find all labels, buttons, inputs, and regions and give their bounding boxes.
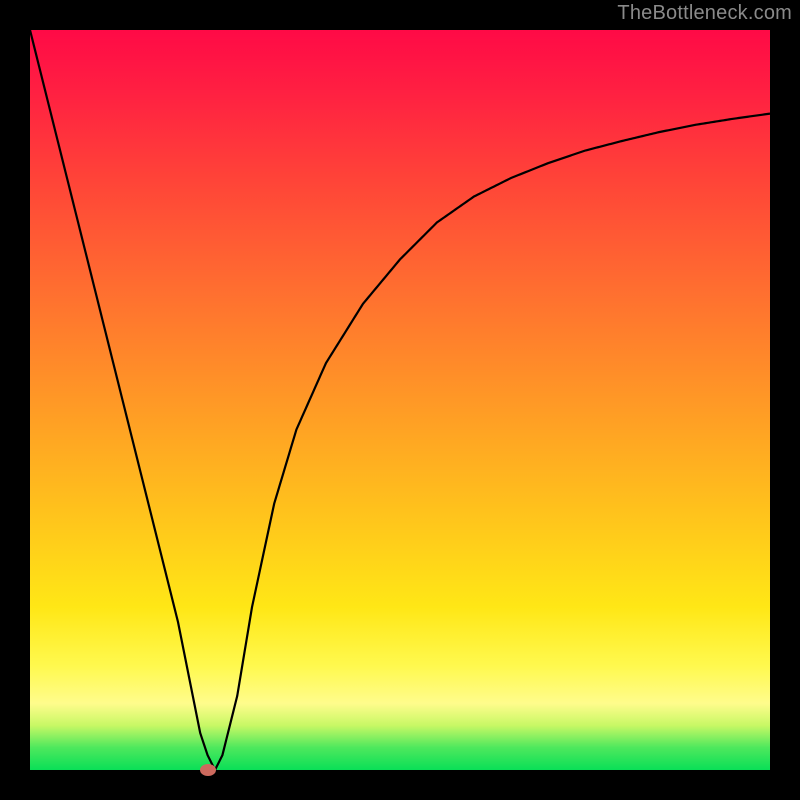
chart-container: TheBottleneck.com [0, 0, 800, 800]
bottleneck-curve [30, 30, 770, 770]
curve-layer [30, 30, 770, 770]
watermark-text: TheBottleneck.com [617, 2, 792, 25]
min-marker [200, 764, 216, 776]
plot-area [30, 30, 770, 770]
